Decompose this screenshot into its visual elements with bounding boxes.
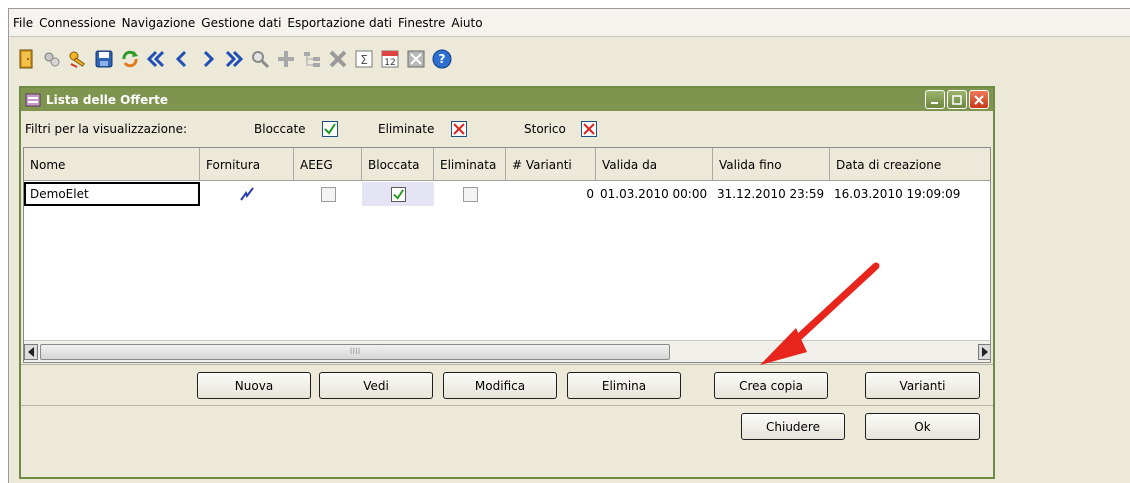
- refresh-icon[interactable]: [119, 48, 141, 70]
- table-header: Nome Fornitura AEEG Bloccata Eliminata #…: [24, 148, 990, 181]
- menu-navigazione[interactable]: Navigazione: [122, 16, 196, 30]
- filters-bar: Filtri per la visualizzazione: Bloccate …: [21, 112, 993, 146]
- close-button[interactable]: [969, 90, 989, 109]
- window-title-bar[interactable]: Lista delle Offerte: [21, 88, 993, 111]
- crea-copia-button[interactable]: Crea copia: [714, 372, 828, 399]
- electricity-icon: [240, 187, 254, 201]
- cell-valida-fino[interactable]: 31.12.2010 23:59: [713, 182, 830, 206]
- column-header-varianti[interactable]: # Varianti: [506, 148, 596, 181]
- menu-aiuto[interactable]: Aiuto: [451, 16, 482, 30]
- menu-finestre[interactable]: Finestre: [398, 16, 445, 30]
- filters-label: Filtri per la visualizzazione:: [25, 122, 188, 136]
- calendar-day: 12: [384, 58, 395, 68]
- column-header-nome[interactable]: Nome: [24, 148, 200, 181]
- add-icon[interactable]: [275, 48, 297, 70]
- menu-connessione[interactable]: Connessione: [39, 16, 115, 30]
- column-header-valida-da[interactable]: Valida da: [596, 148, 713, 181]
- delete-icon[interactable]: [327, 48, 349, 70]
- key-icon[interactable]: [67, 48, 89, 70]
- cell-data-creazione[interactable]: 16.03.2010 19:09:09: [830, 182, 990, 206]
- help-icon[interactable]: ?: [431, 48, 453, 70]
- cell-valida-da[interactable]: 01.03.2010 00:00: [596, 182, 713, 206]
- menu-esportazione-dati[interactable]: Esportazione dati: [287, 16, 392, 30]
- chiudere-button[interactable]: Chiudere: [741, 413, 845, 440]
- cell-bloccata[interactable]: [362, 182, 434, 206]
- filter-bloccate-label: Bloccate: [254, 122, 306, 136]
- next-record-icon[interactable]: [197, 48, 219, 70]
- column-header-fornitura[interactable]: Fornitura: [200, 148, 294, 181]
- minimize-button[interactable]: [925, 90, 945, 109]
- sum-icon[interactable]: Σ: [353, 48, 375, 70]
- save-icon[interactable]: [93, 48, 115, 70]
- offers-table: Nome Fornitura AEEG Bloccata Eliminata #…: [23, 147, 991, 363]
- offers-list-window: Lista delle Offerte Filtri per la visual…: [19, 86, 995, 479]
- vedi-button[interactable]: Vedi: [319, 372, 433, 399]
- settings-icon[interactable]: [41, 48, 63, 70]
- horizontal-scrollbar[interactable]: IIII: [24, 340, 990, 362]
- first-record-icon[interactable]: [145, 48, 167, 70]
- calendar-icon[interactable]: 12: [379, 48, 401, 70]
- column-header-bloccata[interactable]: Bloccata: [362, 148, 434, 181]
- scrollbar-thumb[interactable]: IIII: [40, 344, 670, 360]
- action-buttons-row: Nuova Vedi Modifica Elimina Crea copia V…: [21, 364, 993, 404]
- cell-varianti[interactable]: 0: [506, 182, 596, 206]
- window-title: Lista delle Offerte: [46, 92, 169, 107]
- column-header-valida-fino[interactable]: Valida fino: [713, 148, 830, 181]
- menu-gestione-dati[interactable]: Gestione dati: [201, 16, 281, 30]
- previous-record-icon[interactable]: [171, 48, 193, 70]
- modifica-button[interactable]: Modifica: [443, 372, 557, 399]
- varianti-button[interactable]: Varianti: [865, 372, 980, 399]
- application-window: File Connessione Navigazione Gestione da…: [8, 8, 1130, 483]
- scrollbar-grip: IIII: [349, 347, 361, 357]
- cell-eliminata[interactable]: [434, 182, 506, 206]
- last-record-icon[interactable]: [223, 48, 245, 70]
- maximize-button[interactable]: [947, 90, 967, 109]
- scroll-left-button[interactable]: [24, 344, 38, 360]
- filter-eliminate-checkbox[interactable]: [451, 121, 467, 137]
- dialog-buttons-row: Chiudere Ok: [21, 405, 993, 479]
- column-header-data-creazione[interactable]: Data di creazione: [830, 148, 990, 181]
- filter-storico-label: Storico: [524, 122, 566, 136]
- cross-icon: [453, 123, 465, 135]
- window-icon: [25, 93, 41, 106]
- filter-bloccate-checkbox[interactable]: [322, 121, 338, 137]
- aeeg-checkbox[interactable]: [320, 186, 336, 202]
- elimina-button[interactable]: Elimina: [567, 372, 681, 399]
- exit-door-icon[interactable]: [15, 48, 37, 70]
- sum-glyph: Σ: [360, 53, 368, 67]
- cell-aeeg[interactable]: [294, 182, 362, 206]
- eliminata-checkbox[interactable]: [462, 186, 478, 202]
- export-icon[interactable]: [405, 48, 427, 70]
- scroll-right-button[interactable]: [978, 344, 990, 360]
- column-header-eliminata[interactable]: Eliminata: [434, 148, 506, 181]
- menu-file[interactable]: File: [13, 16, 33, 30]
- svg-text:?: ?: [439, 52, 446, 66]
- bloccata-checkbox[interactable]: [390, 186, 406, 202]
- cell-fornitura[interactable]: [200, 182, 294, 206]
- ok-button[interactable]: Ok: [865, 413, 980, 440]
- column-header-aeeg[interactable]: AEEG: [294, 148, 362, 181]
- nuova-button[interactable]: Nuova: [197, 372, 311, 399]
- checkmark-icon: [392, 188, 404, 200]
- search-icon[interactable]: [249, 48, 271, 70]
- cross-icon: [583, 123, 595, 135]
- filter-storico-checkbox[interactable]: [581, 121, 597, 137]
- tree-icon[interactable]: [301, 48, 323, 70]
- table-row[interactable]: DemoElet 0 01.03.2010 00:00 31.12.2010 2…: [24, 182, 990, 206]
- toolbar: Σ 12 ?: [9, 39, 1130, 79]
- filter-eliminate-label: Eliminate: [378, 122, 435, 136]
- checkmark-icon: [324, 123, 336, 135]
- menu-bar: File Connessione Navigazione Gestione da…: [9, 9, 1130, 37]
- cell-nome[interactable]: DemoElet: [24, 182, 200, 206]
